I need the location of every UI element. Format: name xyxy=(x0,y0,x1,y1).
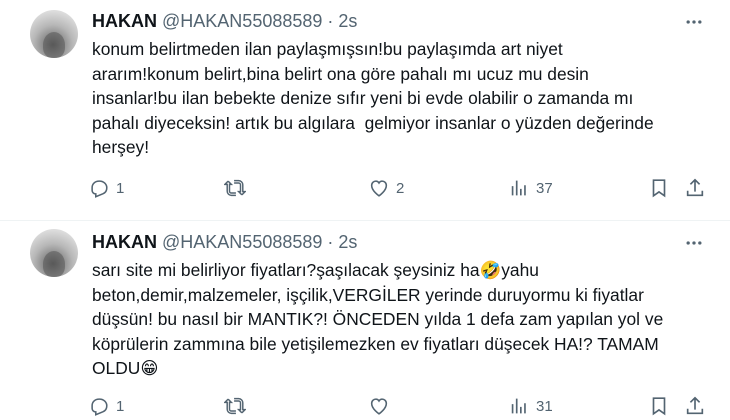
tweet-header: HAKAN @HAKAN55088589 · 2s xyxy=(92,10,357,32)
tweet-header: HAKAN @HAKAN55088589 · 2s xyxy=(92,231,357,253)
author-name[interactable]: HAKAN xyxy=(92,232,157,252)
views-button[interactable]: 37 xyxy=(508,176,553,200)
reply-icon xyxy=(91,398,108,416)
avatar[interactable] xyxy=(30,10,78,58)
bookmark-icon xyxy=(652,179,666,198)
tweet-actions: 1 31 xyxy=(88,394,708,418)
more-button[interactable] xyxy=(682,231,706,255)
tweet-text: sarı site mi belirliyor fiyatları?şaşıla… xyxy=(92,258,712,381)
tweet-text-line: köprülerin zammına bile yetişilemezken e… xyxy=(92,333,659,354)
tweet-text-line: düşsün! bu nasıl bir MANTIK?! ÖNCEDEN yı… xyxy=(92,309,664,329)
more-horizontal-icon xyxy=(686,20,702,24)
timestamp[interactable]: 2s xyxy=(338,232,357,252)
tweet[interactable]: HAKAN @HAKAN55088589 · 2s sarı site mi b… xyxy=(0,221,730,420)
author-handle[interactable]: @HAKAN55088589 xyxy=(162,11,322,31)
tweet-text: konum belirtmeden ilan paylaşmışsın!bu p… xyxy=(92,37,712,160)
views-button[interactable]: 31 xyxy=(508,394,553,418)
tweet-text-line: OLDU😁 xyxy=(92,358,159,378)
author-handle[interactable]: @HAKAN55088589 xyxy=(162,232,322,252)
like-button[interactable]: 2 xyxy=(368,176,404,200)
tweet-text-line: pahalı diyeceksin! artık bu algılara gel… xyxy=(92,112,654,133)
reply-count: 1 xyxy=(116,397,125,415)
tweet-text-line: sarı site mi belirliyor fiyatları?şaşıla… xyxy=(92,260,539,280)
heart-icon xyxy=(370,398,388,415)
tweet-text-line: herşey! xyxy=(92,137,150,157)
share-button[interactable] xyxy=(684,394,706,418)
views-count: 37 xyxy=(536,179,553,197)
tweet-actions: 1 2 37 xyxy=(88,176,708,200)
retweet-button[interactable] xyxy=(224,394,252,418)
heart-icon xyxy=(370,180,388,197)
tweet-text-line: konum belirtmeden ilan paylaşmışsın!bu p… xyxy=(92,39,563,59)
tweet[interactable]: HAKAN @HAKAN55088589 · 2s konum belirtme… xyxy=(0,0,730,220)
bookmark-icon xyxy=(652,397,666,416)
tweet-text-line: beton,demir,malzemeler, işçilik,VERGİLER… xyxy=(92,284,644,305)
avatar[interactable] xyxy=(30,229,78,277)
retweet-icon xyxy=(224,397,246,415)
share-icon xyxy=(686,178,704,197)
like-button[interactable] xyxy=(368,394,396,418)
bookmark-button[interactable] xyxy=(648,394,670,418)
views-chart-icon xyxy=(511,398,526,414)
tweet-text-line: ararım!konum belirt,bina belirt ona göre… xyxy=(92,63,589,84)
reply-button[interactable]: 1 xyxy=(88,394,124,418)
more-horizontal-icon xyxy=(686,241,702,245)
separator: · xyxy=(327,11,334,31)
retweet-button[interactable] xyxy=(224,176,252,200)
reply-button[interactable]: 1 xyxy=(88,176,124,200)
separator: · xyxy=(327,232,334,252)
more-button[interactable] xyxy=(682,10,706,34)
views-count: 31 xyxy=(536,397,553,415)
bookmark-button[interactable] xyxy=(648,176,670,200)
tweet-text-line: insanlar!bu ilan bebekte denize sıfır ye… xyxy=(92,88,634,108)
retweet-icon xyxy=(224,179,246,197)
views-chart-icon xyxy=(511,180,526,196)
like-count: 2 xyxy=(396,179,405,197)
reply-icon xyxy=(91,180,108,198)
share-icon xyxy=(686,396,704,415)
share-button[interactable] xyxy=(684,176,706,200)
timestamp[interactable]: 2s xyxy=(338,11,357,31)
reply-count: 1 xyxy=(116,179,125,197)
author-name[interactable]: HAKAN xyxy=(92,11,157,31)
